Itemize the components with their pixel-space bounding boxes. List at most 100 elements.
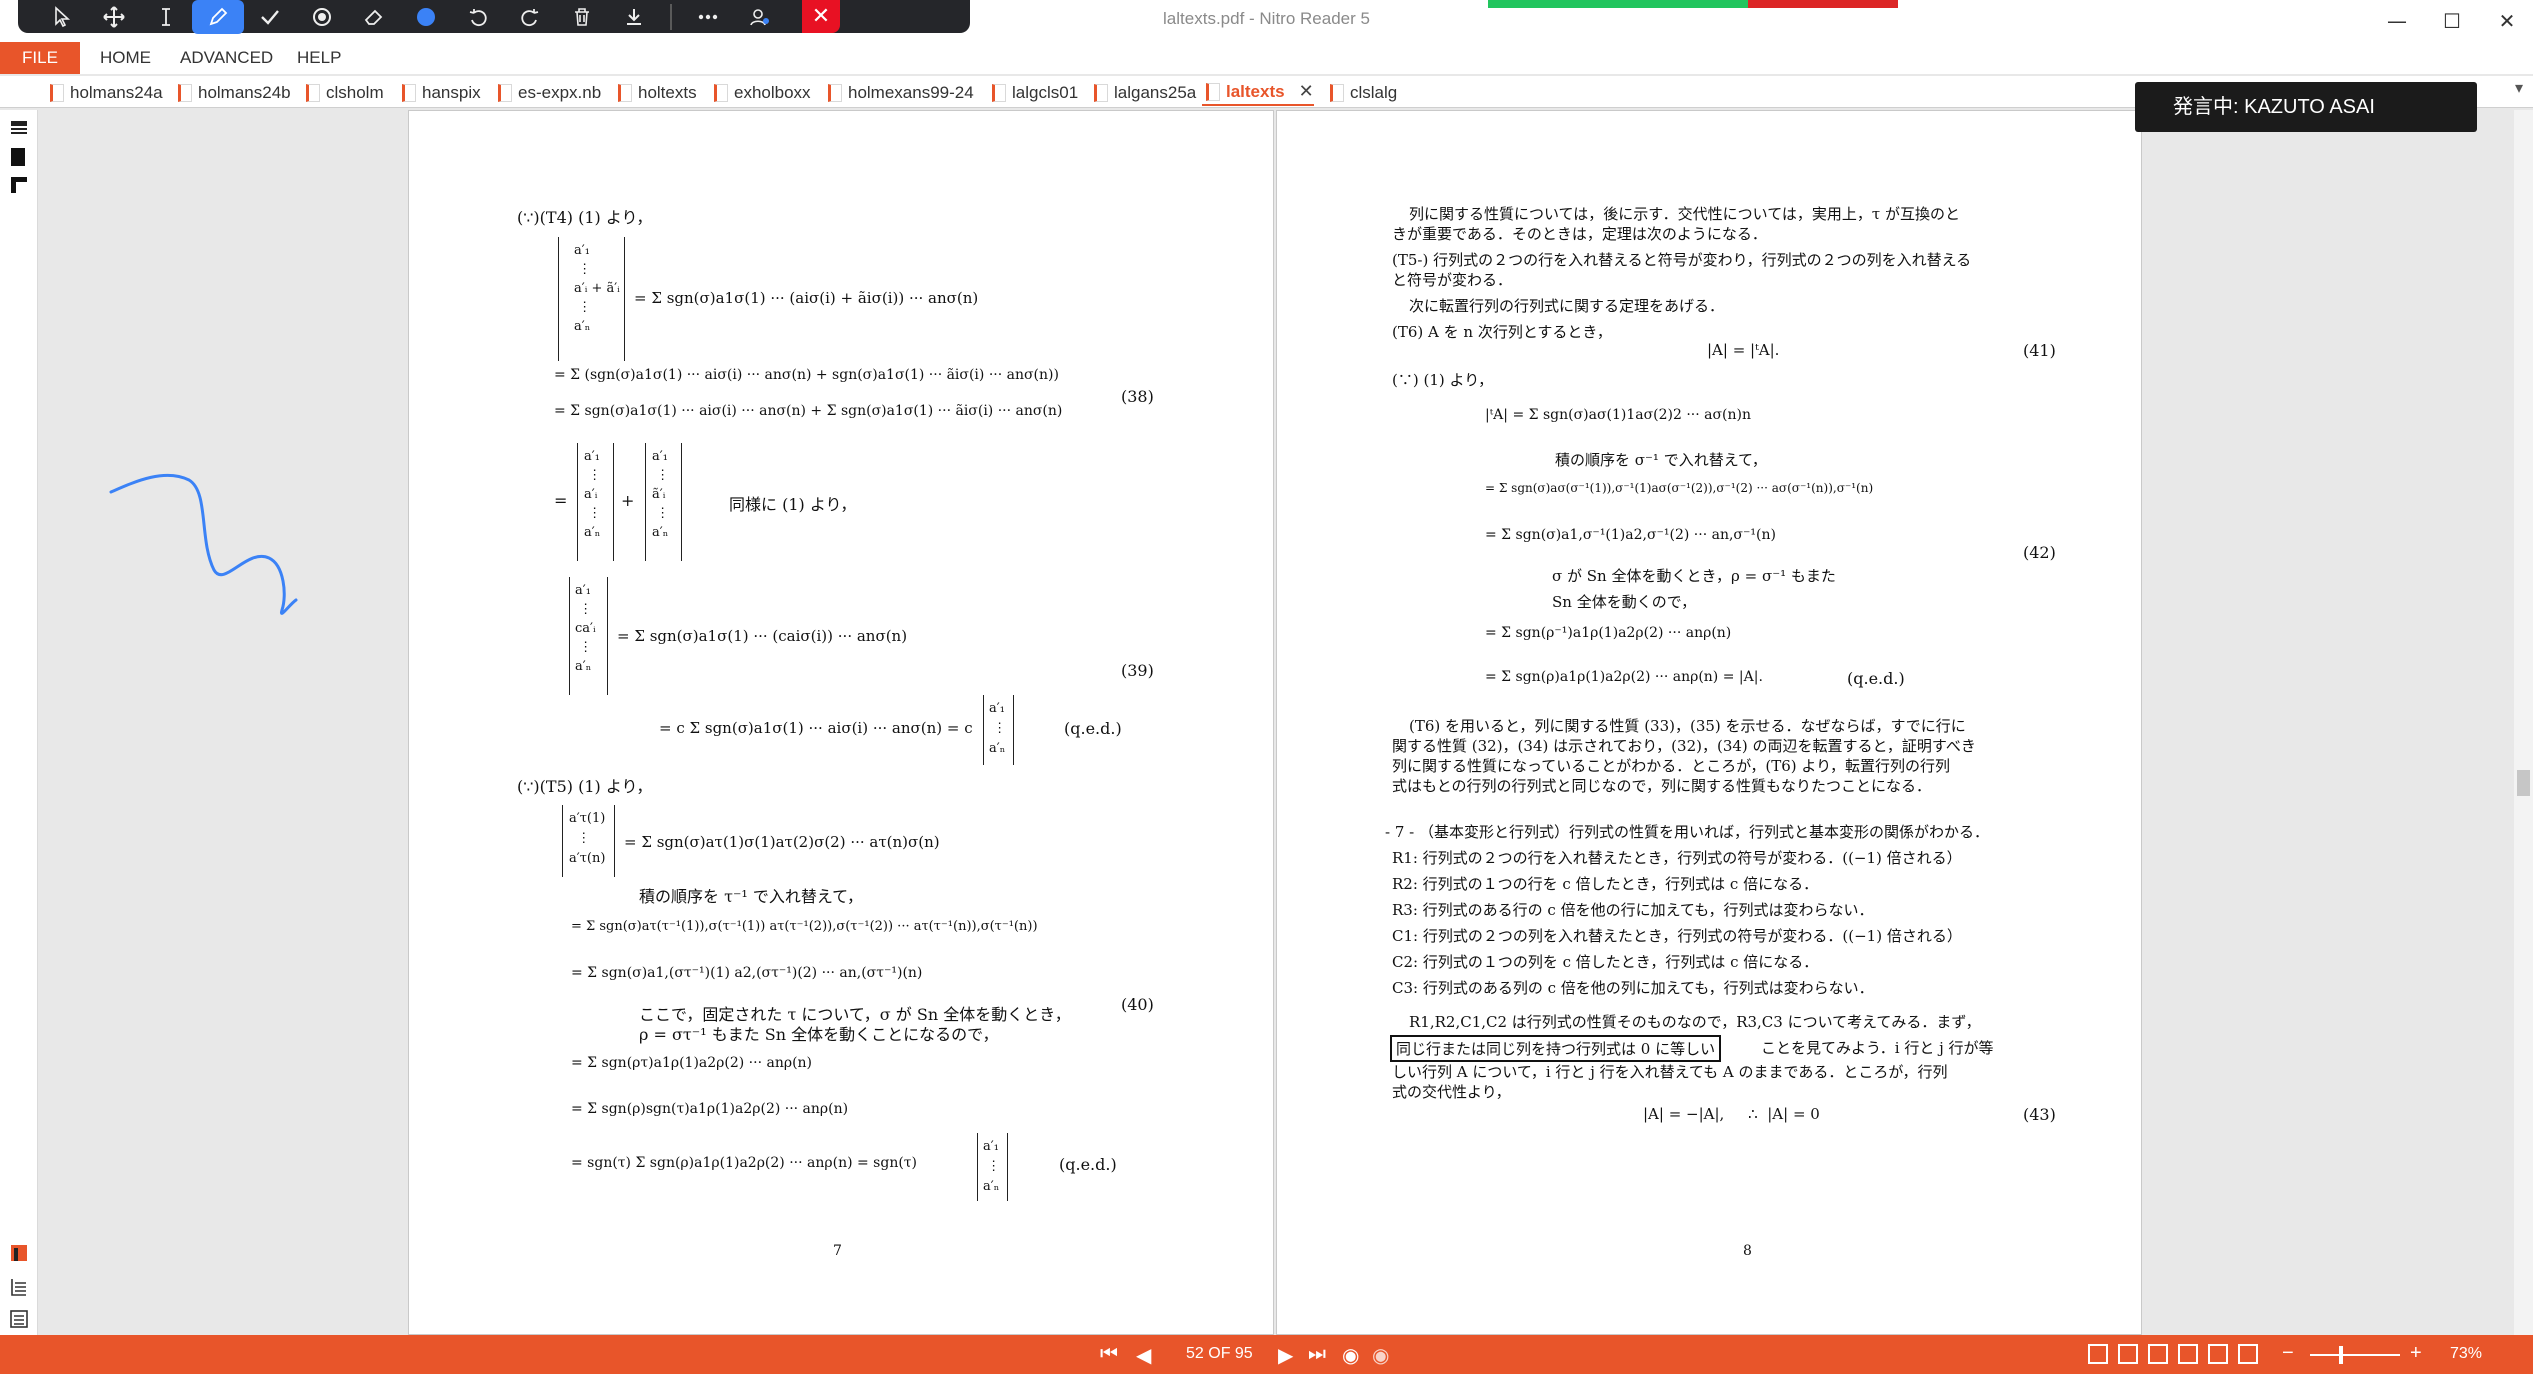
menu-advanced[interactable]: ADVANCED [180, 48, 273, 68]
next-view-icon[interactable]: ◉ [1372, 1343, 1389, 1368]
equation: = Σ sgn(σ)a1σ(1) ··· (aiσ(i) + ãiσ(i)) ·… [634, 289, 979, 307]
layers-panel-icon[interactable] [8, 1276, 30, 1298]
pdf-file-icon [714, 83, 728, 102]
tab-laltexts[interactable]: laltexts ✕ [1202, 79, 1314, 106]
select-arrow-icon[interactable] [36, 0, 88, 33]
page-indicator[interactable]: 52 OF 95 [1186, 1345, 1253, 1363]
equation-number: (42) [2023, 543, 2056, 562]
det-bar [977, 1133, 978, 1201]
qed: (q.e.d.) [1059, 1155, 1117, 1174]
more-icon[interactable] [682, 0, 734, 33]
menu-help[interactable]: HELP [297, 48, 341, 68]
det-bar [1013, 695, 1014, 765]
tab-holmans24b[interactable]: holmans24b [174, 79, 291, 106]
bookmarks-panel-icon[interactable] [8, 146, 30, 168]
fit-width-icon[interactable] [2208, 1344, 2228, 1364]
facing-view-icon[interactable] [2148, 1344, 2168, 1364]
equation: = Σ sgn(σ)a1,(στ⁻¹)(1) a2,(στ⁻¹)(2) ··· … [571, 965, 923, 981]
redo-icon[interactable] [504, 0, 556, 33]
document-view[interactable]: (∵)(T4) (1) より， a′₁ ⋮ a′ᵢ + ã′ᵢ ⋮ a′ₙ = … [39, 110, 2514, 1335]
eraser-icon[interactable] [348, 0, 400, 33]
zoom-level[interactable]: 73% [2450, 1345, 2482, 1363]
text-line: 次に転置行列の行列式に関する定理をあげる． [1409, 297, 1725, 315]
list-item: C3: 行列式のある列の c 倍を他の列に加えても，行列式は変わらない． [1392, 979, 1874, 997]
single-page-view-icon[interactable] [2088, 1344, 2108, 1364]
tab-clslalg[interactable]: clslalg [1326, 79, 1397, 106]
pdf-file-icon [618, 83, 632, 102]
det-bar [1007, 1133, 1008, 1201]
zoom-out-button[interactable]: − [2282, 1342, 2294, 1365]
tab-holmans24a[interactable]: holmans24a [46, 79, 163, 106]
trash-icon[interactable] [556, 0, 608, 33]
left-panel-rail [0, 110, 38, 1335]
download-icon[interactable] [608, 0, 660, 33]
move-icon[interactable] [88, 0, 140, 33]
menu-home[interactable]: HOME [100, 48, 151, 68]
last-page-icon[interactable]: ⏭ [1308, 1343, 1326, 1366]
zoom-slider[interactable] [2310, 1354, 2400, 1356]
text-line: (∵)(T5) (1) より， [517, 777, 653, 796]
equation: = Σ sgn(σ)a1σ(1) ··· aiσ(i) ··· anσ(n) +… [554, 403, 1063, 419]
tab-holtexts[interactable]: holtexts [614, 79, 697, 106]
list-item: C1: 行列式の２つの列を入れ替えたとき，行列式の符号が変わる．((−1) 倍さ… [1392, 927, 1962, 945]
tab-close-icon[interactable]: ✕ [1299, 81, 1314, 102]
pen-icon[interactable] [192, 0, 244, 34]
pdf-file-icon [498, 83, 512, 102]
check-icon[interactable] [244, 0, 296, 33]
det-bar [613, 443, 614, 561]
menu-file[interactable]: FILE [0, 42, 80, 74]
attachments-panel-icon[interactable] [8, 1242, 30, 1264]
ink-annotation-stroke[interactable] [99, 470, 299, 640]
text-cursor-icon[interactable] [140, 0, 192, 33]
list-item: R3: 行列式のある行の c 倍を他の行に加えても，行列式は変わらない． [1392, 901, 1874, 919]
continuous-view-icon[interactable] [2118, 1344, 2138, 1364]
equation-number: (38) [1121, 387, 1154, 406]
tab-lalgans25a[interactable]: lalgans25a [1090, 79, 1196, 106]
first-page-icon[interactable]: ⏮ [1100, 1343, 1118, 1366]
pages-panel-icon[interactable] [8, 118, 30, 140]
zoom-in-button[interactable]: + [2410, 1342, 2422, 1365]
text-line: (∵)(T4) (1) より， [517, 208, 653, 227]
undo-icon[interactable] [452, 0, 504, 33]
vertical-scrollbar[interactable] [2514, 110, 2533, 1335]
text-line: 式の交代性より， [1392, 1083, 1511, 1101]
ribbon-menu: FILE HOME ADVANCED HELP [0, 42, 2533, 74]
tab-exholboxx[interactable]: exholboxx [710, 79, 811, 106]
settings-icon[interactable] [734, 0, 786, 33]
fit-page-icon[interactable] [2238, 1344, 2258, 1364]
pdf-page-8: 列に関する性質については，後に示す．交代性については，実用上，τ が互換のと き… [1276, 110, 2142, 1335]
equation: |A| = −|A|, ∴ |A| = 0 [1643, 1105, 1820, 1123]
tab-es-expx[interactable]: es-expx.nb [494, 79, 601, 106]
stamp-icon[interactable] [296, 0, 348, 33]
equation: = c Σ sgn(σ)a1σ(1) ··· aiσ(i) ··· anσ(n)… [659, 719, 973, 737]
tabs-overflow-chevron-icon[interactable]: ▾ [2515, 78, 2523, 98]
equation-number: (39) [1121, 661, 1154, 680]
tab-holmexans99-24[interactable]: holmexans99-24 [824, 79, 974, 106]
tab-clsholm[interactable]: clsholm [302, 79, 384, 106]
facing-continuous-view-icon[interactable] [2178, 1344, 2198, 1364]
previous-view-icon[interactable]: ◉ [1342, 1343, 1359, 1368]
close-window-button[interactable]: ✕ [2475, 4, 2533, 38]
tab-label: holmans24b [198, 82, 291, 102]
pdf-page-7: (∵)(T4) (1) より， a′₁ ⋮ a′ᵢ + ã′ᵢ ⋮ a′ₙ = … [408, 110, 1274, 1335]
equation: = Σ (sgn(σ)a1σ(1) ··· aiσ(i) ··· anσ(n) … [554, 367, 1059, 383]
tab-label: lalgcls01 [1012, 82, 1079, 102]
det-bar [645, 443, 646, 561]
scrollbar-thumb[interactable] [2517, 770, 2530, 796]
equation: = Σ sgn(ρ)a1ρ(1)a2ρ(2) ··· anρ(n) = |A|. [1485, 669, 1763, 685]
zoom-slider-handle[interactable] [2339, 1346, 2343, 1364]
text-line: と符号が変わる． [1392, 271, 1513, 289]
tab-lalgcls01[interactable]: lalgcls01 [988, 79, 1078, 106]
tab-label: es-expx.nb [518, 82, 602, 102]
color-dot-icon[interactable] [400, 0, 452, 33]
equation: |A| = |ᵗA|. [1707, 341, 1780, 359]
close-toolbar-icon[interactable]: ✕ [802, 0, 840, 33]
tab-hanspix[interactable]: hanspix [398, 79, 481, 106]
signatures-panel-icon[interactable] [8, 1308, 30, 1330]
previous-page-icon[interactable]: ◀ [1136, 1343, 1151, 1368]
next-page-icon[interactable]: ▶ [1278, 1343, 1293, 1368]
plus-sign: + [621, 491, 635, 510]
meeting-status-strip-green [1488, 0, 1748, 8]
equation: = Σ sgn(σ)aτ(1)σ(1)aτ(2)σ(2) ··· aτ(n)σ(… [624, 833, 940, 851]
comments-panel-icon[interactable] [8, 174, 30, 196]
